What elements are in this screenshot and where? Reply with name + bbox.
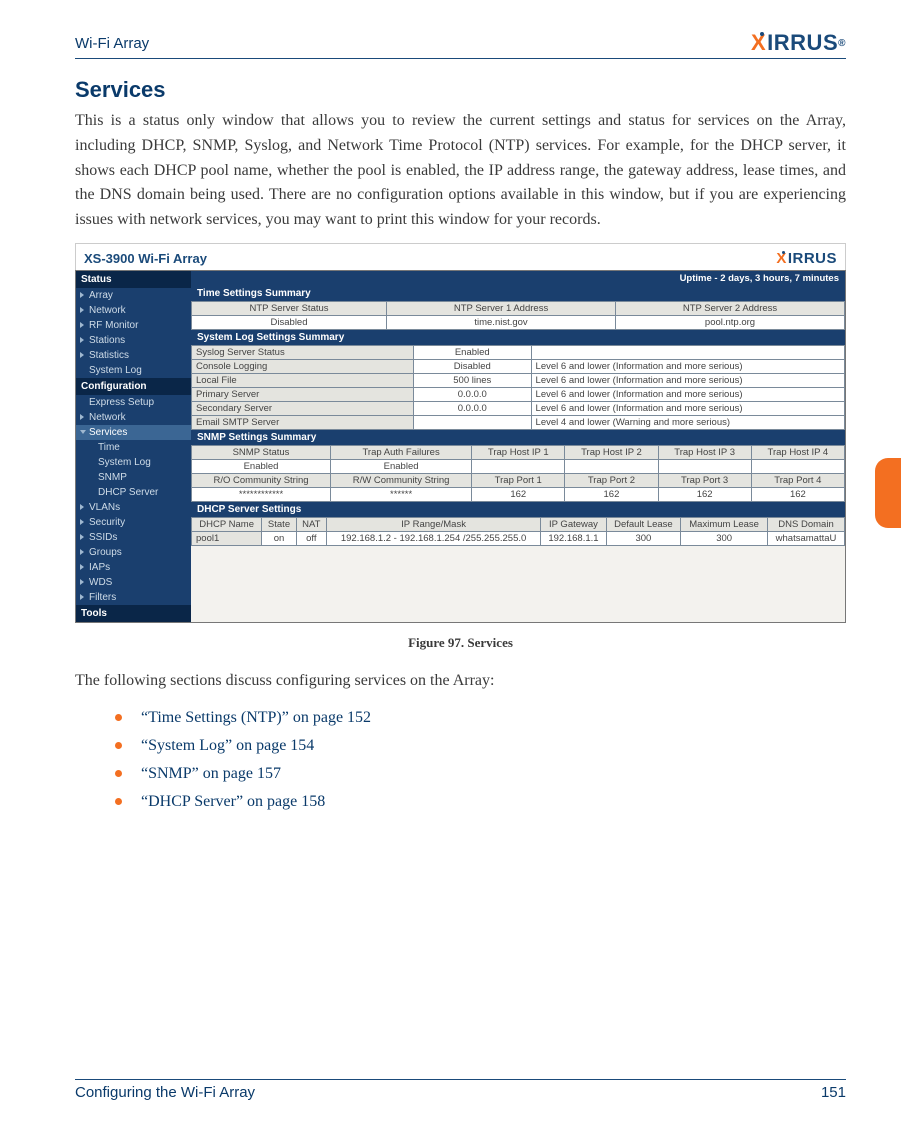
page-footer: Configuring the Wi-Fi Array 151 bbox=[75, 1079, 846, 1101]
sidebar-section-tools: Tools bbox=[76, 605, 191, 622]
table-row: Enabled Enabled bbox=[192, 459, 845, 473]
sidebar-item-security[interactable]: Security bbox=[76, 515, 191, 530]
sidebar-item-cfg-network[interactable]: Network bbox=[76, 410, 191, 425]
app-title-bar: XS-3900 Wi-Fi Array X IRRUS bbox=[75, 243, 846, 270]
xirrus-logo: X IRRUS ® bbox=[751, 30, 846, 56]
syslog-table: Syslog Server StatusEnabled Console Logg… bbox=[191, 345, 845, 430]
dhcp-table: DHCP Name State NAT IP Range/Mask IP Gat… bbox=[191, 517, 845, 546]
sidebar-item-stations[interactable]: Stations bbox=[76, 333, 191, 348]
sidebar-item-express-setup[interactable]: Express Setup bbox=[76, 395, 191, 410]
cell-ntp2: pool.ntp.org bbox=[616, 315, 845, 329]
app-title: XS-3900 Wi-Fi Array bbox=[84, 251, 207, 266]
cell-ntp-status: Disabled bbox=[192, 315, 387, 329]
section-tab-icon bbox=[875, 458, 901, 528]
sidebar-item-ssids[interactable]: SSIDs bbox=[76, 530, 191, 545]
sidebar-item-vlans[interactable]: VLANs bbox=[76, 500, 191, 515]
table-row: Secondary Server0.0.0.0Level 6 and lower… bbox=[192, 401, 845, 415]
sidebar-section-status: Status bbox=[76, 271, 191, 288]
sidebar-item-syslog[interactable]: System Log bbox=[76, 455, 191, 470]
sidebar-item-groups[interactable]: Groups bbox=[76, 545, 191, 560]
sidebar-item-snmp[interactable]: SNMP bbox=[76, 470, 191, 485]
panel-syslog-settings: System Log Settings Summary bbox=[191, 330, 845, 345]
figure-caption: Figure 97. Services bbox=[75, 635, 846, 651]
logo-x-icon: X bbox=[776, 250, 787, 267]
logo-text: IRRUS bbox=[767, 30, 838, 56]
panel-dhcp-settings: DHCP Server Settings bbox=[191, 502, 845, 517]
panel-time-settings: Time Settings Summary bbox=[191, 286, 845, 301]
snmp-table: SNMP Status Trap Auth Failures Trap Host… bbox=[191, 445, 845, 502]
table-row: Syslog Server StatusEnabled bbox=[192, 345, 845, 359]
sidebar-item-filters[interactable]: Filters bbox=[76, 590, 191, 605]
th-ntp2: NTP Server 2 Address bbox=[616, 301, 845, 315]
sidebar-item-statistics[interactable]: Statistics bbox=[76, 348, 191, 363]
followup-text: The following sections discuss configuri… bbox=[75, 669, 846, 694]
doc-title: Wi-Fi Array bbox=[75, 35, 149, 52]
th-ntp1: NTP Server 1 Address bbox=[387, 301, 616, 315]
services-screenshot: XS-3900 Wi-Fi Array X IRRUS Status Array… bbox=[75, 243, 846, 623]
table-row: Primary Server0.0.0.0Level 6 and lower (… bbox=[192, 387, 845, 401]
sidebar-item-iaps[interactable]: IAPs bbox=[76, 560, 191, 575]
panel-snmp-settings: SNMP Settings Summary bbox=[191, 430, 845, 445]
sidebar-item-rf-monitor[interactable]: RF Monitor bbox=[76, 318, 191, 333]
link-system-log[interactable]: “System Log” on page 154 bbox=[141, 737, 314, 754]
table-row: Email SMTP ServerLevel 4 and lower (Warn… bbox=[192, 415, 845, 429]
logo-registered-icon: ® bbox=[838, 38, 846, 49]
table-row: Console LoggingDisabledLevel 6 and lower… bbox=[192, 359, 845, 373]
footer-page-number: 151 bbox=[821, 1084, 846, 1101]
section-heading: Services bbox=[75, 77, 846, 103]
sidebar-item-wds[interactable]: WDS bbox=[76, 575, 191, 590]
sidebar-item-array[interactable]: Array bbox=[76, 288, 191, 303]
uptime-bar: Uptime - 2 days, 3 hours, 7 minutes bbox=[191, 271, 845, 286]
app-logo: X IRRUS bbox=[776, 250, 837, 267]
reference-list: “Time Settings (NTP)” on page 152 “Syste… bbox=[75, 704, 846, 816]
table-row: ************ ****** 162 162 162 162 bbox=[192, 487, 845, 501]
sidebar-item-system-log[interactable]: System Log bbox=[76, 363, 191, 378]
sidebar-item-network[interactable]: Network bbox=[76, 303, 191, 318]
sidebar-section-configuration: Configuration bbox=[76, 378, 191, 395]
sidebar-item-dhcp[interactable]: DHCP Server bbox=[76, 485, 191, 500]
link-snmp[interactable]: “SNMP” on page 157 bbox=[141, 765, 281, 782]
footer-section: Configuring the Wi-Fi Array bbox=[75, 1084, 255, 1101]
table-row: pool1 on off 192.168.1.2 - 192.168.1.254… bbox=[192, 531, 845, 545]
link-dhcp-server[interactable]: “DHCP Server” on page 158 bbox=[141, 793, 325, 810]
sidebar-item-services[interactable]: Services bbox=[76, 425, 191, 440]
table-row: Disabled time.nist.gov pool.ntp.org bbox=[192, 315, 845, 329]
section-intro: This is a status only window that allows… bbox=[75, 109, 846, 233]
nav-sidebar: Status Array Network RF Monitor Stations… bbox=[76, 271, 191, 622]
page-header: Wi-Fi Array X IRRUS ® bbox=[75, 30, 846, 59]
logo-text: IRRUS bbox=[788, 250, 837, 267]
cell-ntp1: time.nist.gov bbox=[387, 315, 616, 329]
time-settings-table: NTP Server Status NTP Server 1 Address N… bbox=[191, 301, 845, 330]
logo-x-icon: X bbox=[751, 30, 766, 56]
sidebar-item-time[interactable]: Time bbox=[76, 440, 191, 455]
content-area: Uptime - 2 days, 3 hours, 7 minutes Time… bbox=[191, 271, 845, 622]
th-ntp-status: NTP Server Status bbox=[192, 301, 387, 315]
link-time-settings[interactable]: “Time Settings (NTP)” on page 152 bbox=[141, 709, 371, 726]
table-row: Local File500 linesLevel 6 and lower (In… bbox=[192, 373, 845, 387]
